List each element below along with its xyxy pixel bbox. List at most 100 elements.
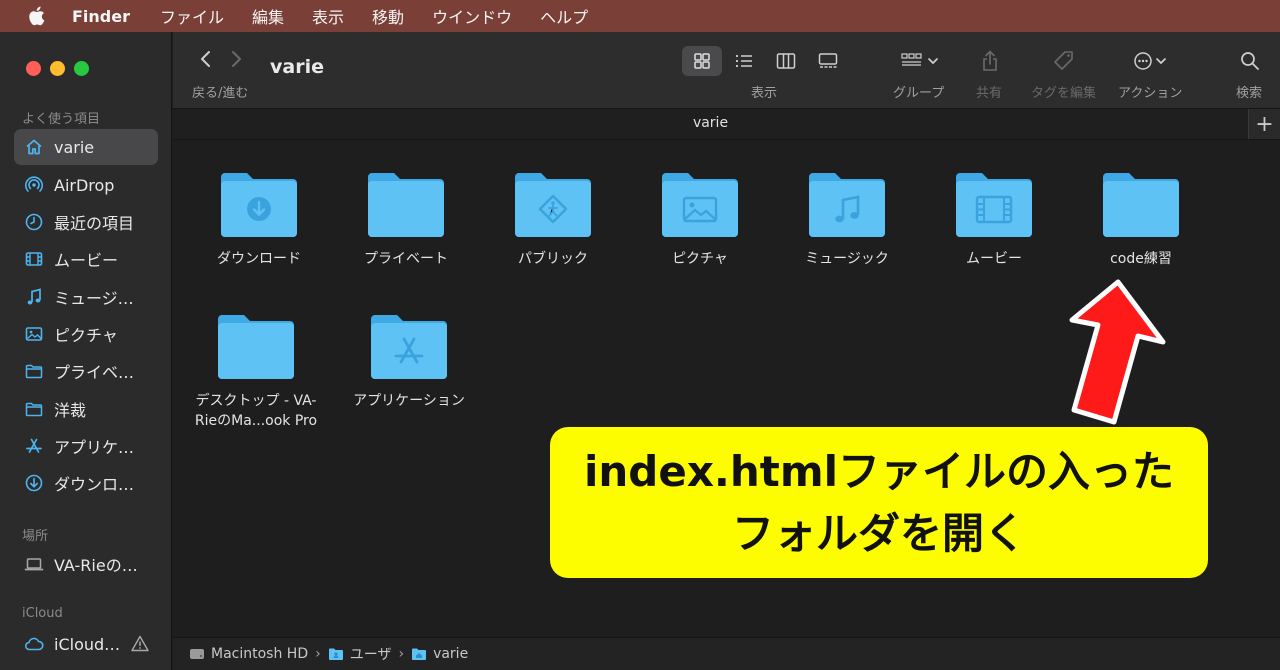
- folder-name: パブリック: [518, 251, 588, 267]
- folder-icon: [218, 315, 294, 379]
- sidebar-item-downloads[interactable]: ダウンロ…: [14, 465, 158, 501]
- folder-desktop[interactable]: デスクトップ - VA-RieのMa...ook Pro: [186, 309, 326, 431]
- gallery-icon: [818, 53, 838, 68]
- window-controls: [26, 61, 89, 76]
- folder-private[interactable]: プライベート: [336, 167, 476, 269]
- folder-pictures[interactable]: ピクチャ: [630, 167, 770, 269]
- list-icon: [735, 54, 752, 68]
- folder-name: code練習: [1110, 251, 1172, 267]
- sidebar-item-label: アプリケ…: [54, 438, 135, 457]
- sidebar-item-label: プライベ…: [54, 363, 135, 382]
- menu-go[interactable]: 移動: [372, 4, 404, 28]
- zoom-window-button[interactable]: [74, 61, 89, 76]
- path-segment-macintosh-hd[interactable]: Macintosh HD: [189, 646, 308, 662]
- path-label: varie: [433, 646, 469, 662]
- view-label: 表示: [751, 86, 778, 101]
- folder-movies[interactable]: ムービー: [924, 167, 1064, 269]
- path-separator: ›: [398, 646, 405, 662]
- sidebar-item-applications[interactable]: アプリケ…: [14, 428, 158, 464]
- cloud-icon: [24, 634, 44, 654]
- folder-public[interactable]: パブリック: [483, 167, 623, 269]
- folder-code-practice[interactable]: code練習: [1071, 167, 1211, 269]
- grid-icon: [694, 53, 710, 69]
- share-icon: [983, 50, 997, 71]
- sidebar-item-label: ピクチャ: [54, 326, 118, 345]
- back-arrow-icon[interactable]: [199, 50, 213, 68]
- sidebar-item-music[interactable]: ミュージ…: [14, 279, 158, 315]
- menu-window[interactable]: ウインドウ: [432, 4, 512, 28]
- folder-film-icon: [956, 173, 1032, 237]
- apple-logo-icon[interactable]: [26, 5, 46, 27]
- sidebar-item-pictures[interactable]: ピクチャ: [14, 316, 158, 352]
- sidebar-item-private[interactable]: プライベ…: [14, 353, 158, 389]
- folder-public-icon: [515, 173, 591, 237]
- menu-file[interactable]: ファイル: [160, 4, 224, 28]
- forward-arrow-icon[interactable]: [229, 50, 243, 68]
- folder-name: ピクチャ: [672, 251, 728, 267]
- red-pointer-arrow: [1069, 279, 1166, 425]
- search-button[interactable]: [1240, 48, 1260, 74]
- folder-icon: [368, 173, 444, 237]
- path-segment-varie[interactable]: varie: [411, 646, 468, 662]
- tags-button[interactable]: [1053, 48, 1075, 74]
- sidebar-item-sewing[interactable]: 洋裁: [14, 391, 158, 427]
- download-icon: [24, 473, 44, 493]
- column-view-button[interactable]: [766, 46, 806, 76]
- folder-name: アプリケーション: [353, 393, 465, 409]
- folder-icon: [1103, 173, 1179, 237]
- airdrop-icon: [24, 175, 44, 195]
- sidebar-item-airdrop[interactable]: AirDrop: [14, 167, 158, 203]
- list-view-button[interactable]: [724, 46, 764, 76]
- folder-download-icon: [221, 173, 297, 237]
- share-button[interactable]: [981, 48, 999, 74]
- menu-finder[interactable]: Finder: [72, 7, 130, 26]
- menu-edit[interactable]: 編集: [252, 4, 284, 28]
- icloud-header: iCloud: [22, 606, 63, 621]
- ellipsis-circle-icon: [1134, 52, 1166, 70]
- home-icon: [24, 137, 44, 157]
- folder-music[interactable]: ミュージック: [777, 167, 917, 269]
- folder-downloads[interactable]: ダウンロード: [189, 167, 329, 269]
- minimize-window-button[interactable]: [50, 61, 65, 76]
- locations-header: 場所: [22, 529, 49, 544]
- menu-view[interactable]: 表示: [312, 4, 344, 28]
- toolbar: 戻る/進む varie 表示 グループ 共有 タグを編集 アクション 検索: [173, 32, 1280, 108]
- path-segment-users[interactable]: ユーザ: [328, 644, 392, 664]
- sidebar-item-label: 最近の項目: [54, 214, 135, 233]
- annotation-callout: index.htmlファイルの入った フォルダを開く: [550, 427, 1208, 578]
- film-icon: [24, 249, 44, 269]
- path-separator: ›: [315, 646, 321, 662]
- new-tab-button[interactable]: +: [1248, 109, 1280, 139]
- folder-name: ミュージック: [805, 251, 889, 267]
- menu-bar: Finder ファイル 編集 表示 移動 ウインドウ ヘルプ: [0, 0, 1280, 32]
- sidebar-item-label: VA-Rieの…: [54, 556, 138, 575]
- group-button[interactable]: [901, 48, 941, 74]
- warning-icon[interactable]: [130, 634, 150, 654]
- folder-applications[interactable]: アプリケーション: [339, 309, 479, 411]
- icon-view-button[interactable]: [682, 46, 722, 76]
- window-title: varie: [270, 56, 324, 78]
- hard-drive-icon: [190, 649, 204, 659]
- tab-varie[interactable]: varie: [173, 115, 1248, 131]
- folder-app-store-icon: [371, 315, 447, 379]
- sidebar-item-icloud-drive[interactable]: iCloud…: [14, 626, 158, 662]
- gallery-view-button[interactable]: [808, 46, 848, 76]
- action-button[interactable]: [1133, 48, 1173, 74]
- search-icon: [1241, 52, 1259, 70]
- action-label: アクション: [1118, 86, 1183, 101]
- path-label: Macintosh HD: [211, 646, 309, 662]
- sidebar-item-movies[interactable]: ムービー: [14, 241, 158, 277]
- path-label: ユーザ: [349, 647, 392, 663]
- sidebar-item-macbook[interactable]: VA-Rieの…: [14, 546, 158, 582]
- sidebar-item-recents[interactable]: 最近の項目: [14, 204, 158, 240]
- sidebar-item-varie[interactable]: varie: [14, 129, 158, 165]
- sidebar-item-label: varie: [54, 137, 95, 157]
- close-window-button[interactable]: [26, 61, 41, 76]
- menu-help[interactable]: ヘルプ: [540, 4, 588, 28]
- folder-music-icon: [809, 173, 885, 237]
- music-note-icon: [24, 287, 44, 307]
- clock-icon: [24, 212, 44, 232]
- tab-bar: varie +: [173, 108, 1280, 140]
- path-bar: Macintosh HD › ユーザ › varie: [173, 637, 1280, 670]
- view-mode-group: [682, 46, 848, 76]
